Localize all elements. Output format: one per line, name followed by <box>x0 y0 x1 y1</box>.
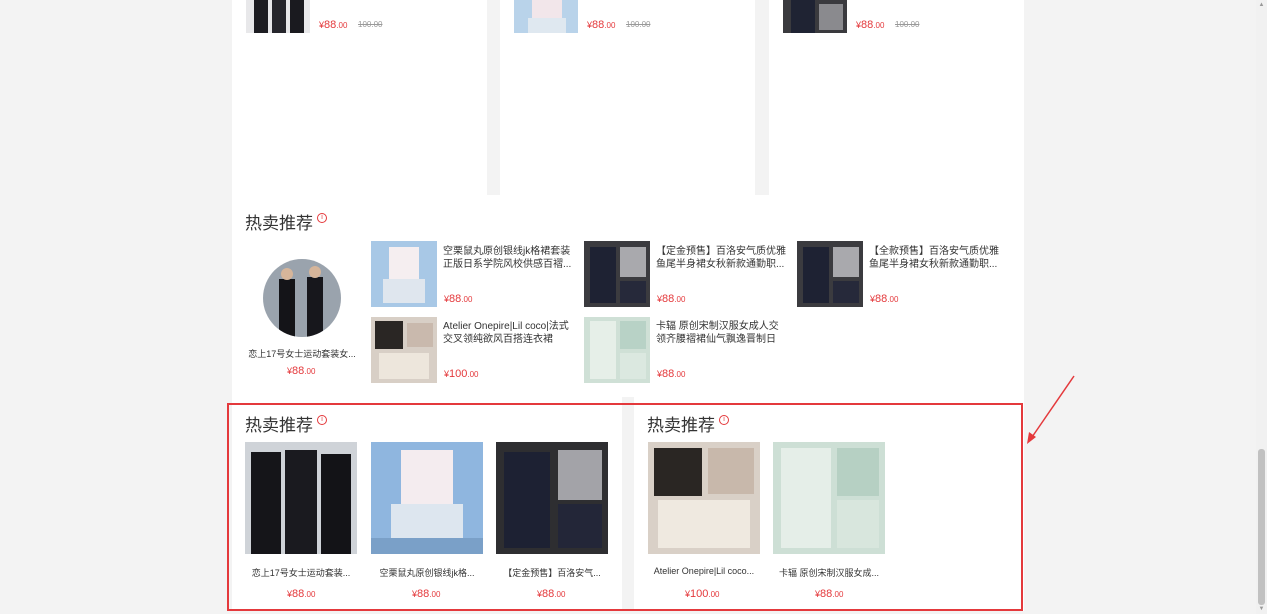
price: ¥88.00 <box>856 19 885 31</box>
product-title[interactable]: 卡辐 原创宋制汉服女成人交领齐腰褶裙仙气飘逸晋制日常... <box>656 320 788 346</box>
product-image[interactable] <box>514 0 578 33</box>
product-title[interactable]: 空栗鼠丸原创银线jk格裙套装正版日系学院风校供感百褶... <box>443 245 575 271</box>
original-price: 100.00 <box>626 20 651 29</box>
product-image[interactable] <box>783 0 847 33</box>
top-card-3[interactable]: ¥88.00 100.00 <box>769 0 1024 195</box>
product-image[interactable] <box>246 0 310 33</box>
highlight-box <box>227 403 1023 611</box>
section-title: 热卖推荐 <box>245 214 313 233</box>
price: ¥88.00 <box>657 293 686 305</box>
top-card-2[interactable]: ¥88.00 100.00 <box>500 0 755 195</box>
scroll-thumb[interactable] <box>1258 449 1265 605</box>
product-title[interactable]: 【定金预售】百洛安气质优雅鱼尾半身裙女秋新款通勤职... <box>656 245 788 271</box>
product-image[interactable] <box>263 259 341 337</box>
price: ¥88.00 <box>444 293 473 305</box>
product-image[interactable] <box>584 241 650 307</box>
scroll-up-icon[interactable]: ▲ <box>1258 2 1265 8</box>
price: ¥88.00 <box>287 365 316 377</box>
price: ¥100.00 <box>444 368 479 380</box>
hot-recommend-section: 热卖推荐 i 恋上17号女士运动套装女... ¥88.00 空栗鼠丸原创银线jk… <box>232 195 1024 397</box>
product-image[interactable] <box>584 317 650 383</box>
scrollbar[interactable]: ▲ ▼ <box>1256 0 1267 614</box>
original-price: 100.00 <box>895 20 920 29</box>
price: ¥88.00 <box>657 368 686 380</box>
product-image[interactable] <box>797 241 863 307</box>
price: ¥88.00 <box>319 19 348 31</box>
product-title[interactable]: 【全款预售】百洛安气质优雅鱼尾半身裙女秋新款通勤职... <box>869 245 1001 271</box>
top-card-1[interactable]: ¥88.00 100.00 <box>232 0 487 195</box>
scroll-down-icon[interactable]: ▼ <box>1258 606 1265 612</box>
annotation-arrow-icon <box>1027 375 1075 444</box>
price: ¥88.00 <box>587 19 616 31</box>
info-icon[interactable]: i <box>317 213 327 223</box>
product-image[interactable] <box>371 241 437 307</box>
product-image[interactable] <box>371 317 437 383</box>
product-title[interactable]: Atelier Onepire|Lil coco|法式交叉领纯欲风百搭连衣裙At… <box>443 320 575 346</box>
product-title[interactable]: 恋上17号女士运动套装女... <box>246 347 358 360</box>
original-price: 100.00 <box>358 20 383 29</box>
price: ¥88.00 <box>870 293 899 305</box>
